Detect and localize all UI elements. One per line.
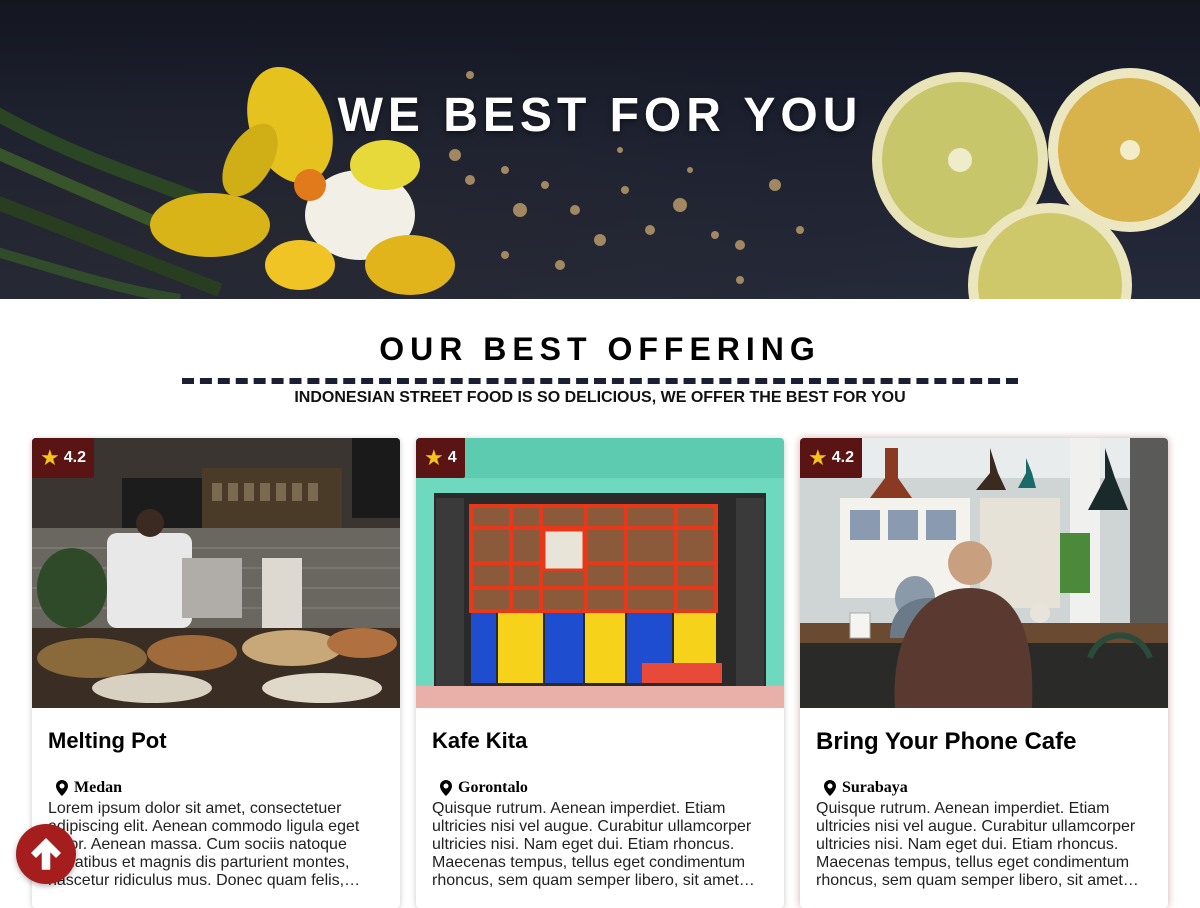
section-subtitle: INDONESIAN STREET FOOD IS SO DELICIOUS, … (294, 389, 906, 406)
hero-background-image (0, 66, 1200, 299)
map-pin-icon (824, 780, 836, 796)
restaurant-card[interactable]: ★ 4.2 Bring Your Phone Cafe Surabaya Qui… (800, 438, 1168, 908)
rating-value: 4.2 (831, 449, 854, 466)
restaurant-location: Surabaya (816, 778, 1152, 798)
restaurant-name[interactable]: Melting Pot (48, 728, 384, 754)
rating-badge: ★ 4.2 (800, 438, 862, 478)
map-pin-icon (56, 780, 68, 796)
restaurant-description: Lorem ipsum dolor sit amet, consectetuer… (48, 800, 360, 889)
restaurant-name[interactable]: Bring Your Phone Cafe (816, 728, 1152, 756)
restaurant-photo: ★ 4.2 (32, 438, 400, 708)
restaurant-card[interactable]: ★ 4 Kafe Kita Gorontalo Quisque rutrum. … (416, 438, 784, 908)
rating-badge: ★ 4 (416, 438, 465, 478)
bring-your-phone-cafe-photo (800, 438, 1168, 708)
location-label: Surabaya (842, 779, 908, 796)
restaurant-photo: ★ 4 (416, 438, 784, 708)
dashed-divider (182, 378, 1018, 384)
card-body: Kafe Kita Gorontalo Quisque rutrum. Aene… (416, 728, 784, 890)
rating-value: 4.2 (63, 449, 86, 466)
restaurant-description: Quisque rutrum. Aenean imperdiet. Etiam … (432, 800, 752, 889)
hero-title: WE BEST FOR YOU (337, 89, 863, 142)
card-body: Melting Pot Medan Lorem ipsum dolor sit … (32, 728, 400, 890)
location-label: Medan (74, 779, 122, 796)
location-label: Gorontalo (458, 779, 528, 796)
rating-value: 4 (447, 449, 457, 466)
star-icon: ★ (808, 445, 828, 470)
rating-badge: ★ 4.2 (32, 438, 94, 478)
restaurant-card-list: ★ 4.2 Melting Pot Medan Lorem ipsum dolo… (32, 438, 1168, 908)
offering-header: OUR BEST OFFERING INDONESIAN STREET FOOD… (0, 299, 1200, 408)
restaurant-description: Quisque rutrum. Aenean imperdiet. Etiam … (816, 800, 1136, 889)
star-icon: ★ (424, 445, 444, 470)
card-body: Bring Your Phone Cafe Surabaya Quisque r… (800, 728, 1168, 890)
restaurant-location: Gorontalo (432, 778, 768, 798)
melting-pot-photo (32, 438, 400, 708)
section-title: OUR BEST OFFERING (379, 331, 821, 367)
map-pin-icon (440, 780, 452, 796)
restaurant-photo: ★ 4.2 (800, 438, 1168, 708)
restaurant-card[interactable]: ★ 4.2 Melting Pot Medan Lorem ipsum dolo… (32, 438, 400, 908)
star-icon: ★ (40, 445, 60, 470)
restaurant-location: Medan (48, 778, 384, 798)
kafe-kita-photo (416, 438, 784, 708)
hero-banner: WE BEST FOR YOU (0, 0, 1200, 299)
restaurant-name[interactable]: Kafe Kita (432, 728, 768, 754)
arrow-up-icon (31, 838, 61, 870)
scroll-to-top-button[interactable] (16, 824, 76, 884)
